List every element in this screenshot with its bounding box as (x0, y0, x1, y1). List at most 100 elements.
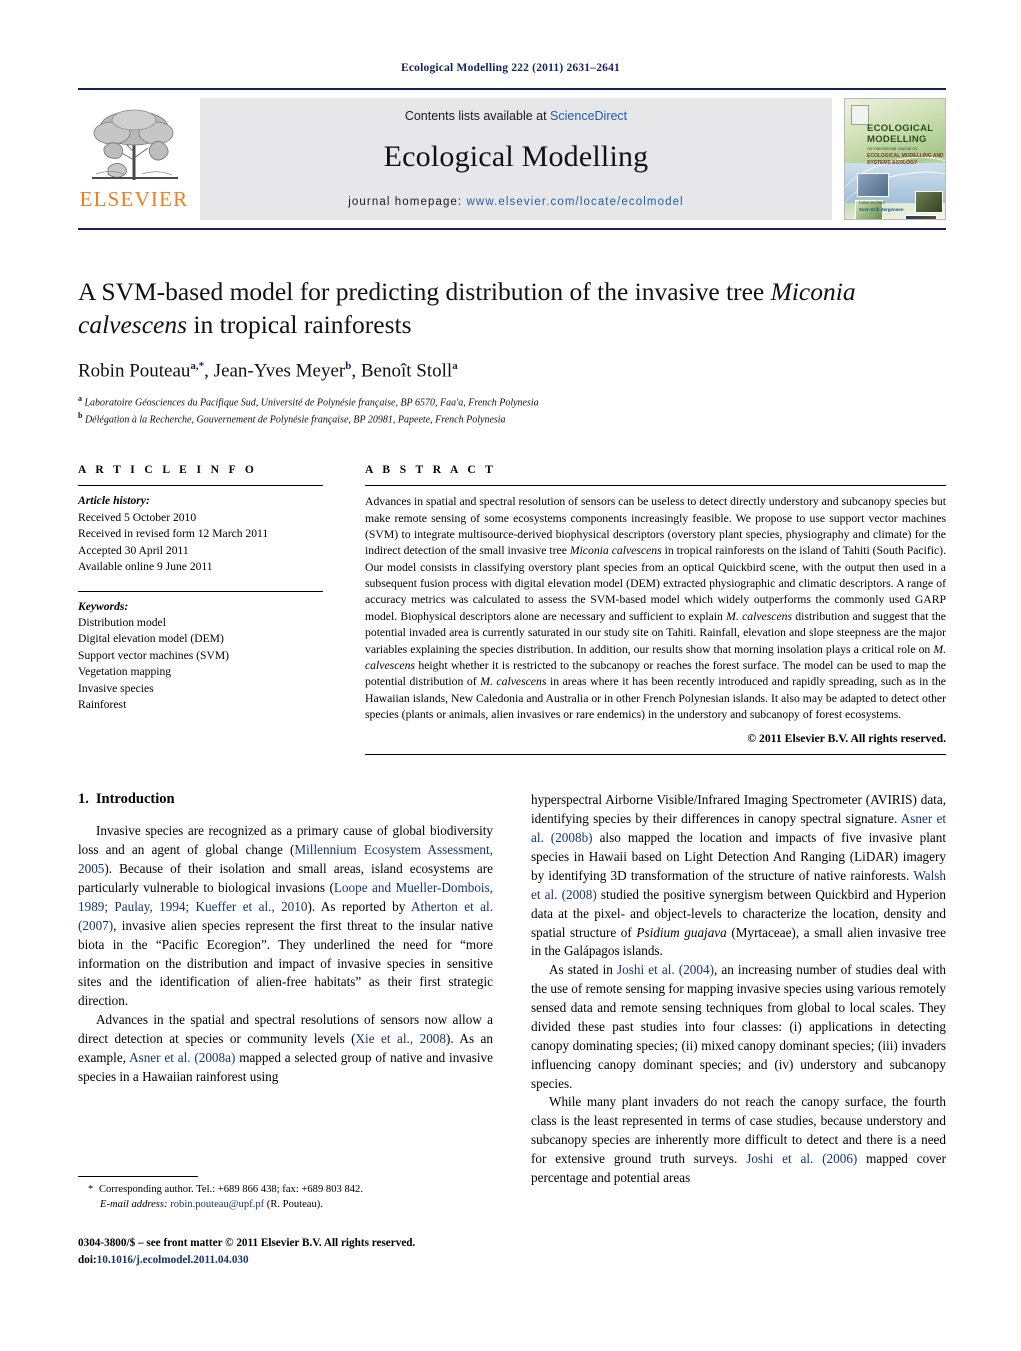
history-item: Accepted 30 April 2011 (78, 543, 189, 557)
keyword-item: Invasive species (78, 681, 154, 695)
cover-editor-label: Editor-in-Chief (859, 200, 885, 205)
cover-editor-name: Sven Erik Jørgensen (859, 207, 904, 212)
article-info-column: A R T I C L E I N F O Article history: R… (78, 464, 323, 755)
history-item: Received 5 October 2010 (78, 510, 197, 524)
abstract-heading: A B S T R A C T (365, 464, 497, 477)
cover-scope-text: ECOLOGICAL MODELLING AND SYSTEMS ECOLOGY (867, 153, 944, 166)
title-species: calvescens (78, 309, 188, 339)
footnote-block: * Corresponding author. Tel.: +689 866 4… (78, 1176, 508, 1268)
body-column-left: 1. Introduction Invasive species are reco… (78, 791, 493, 1187)
cover-thumb-1 (857, 173, 889, 197)
keyword-item: Rainforest (78, 698, 127, 712)
history-item: Received in revised form 12 March 2011 (78, 527, 269, 541)
author-affil-marker: a,* (190, 360, 205, 373)
abstract-column: A B S T R A C T Advances in spatial and … (365, 464, 946, 756)
journal-cover-thumbnail: ECOLOGICAL MODELLING An International Jo… (844, 98, 946, 220)
footnote-rule (78, 1176, 198, 1177)
title-text-a: A SVM-based model for predicting distrib… (78, 277, 771, 306)
author-name: Benoît Stoll (360, 360, 453, 382)
paragraph: While many plant invaders do not reach t… (531, 1093, 946, 1187)
email-label: E-mail address: (100, 1199, 168, 1211)
citation-link[interactable]: Asner et al. (2008a) (129, 1050, 235, 1065)
corresponding-author-text: Corresponding author. Tel.: +689 866 438… (96, 1184, 364, 1195)
journal-title: Ecological Modelling (383, 140, 649, 173)
footnote-star: * (88, 1184, 94, 1195)
elsevier-tree-icon (92, 109, 178, 180)
para-seg: also mapped the location and impacts of … (531, 830, 946, 883)
journal-homepage-line: journal homepage: www.elsevier.com/locat… (348, 196, 683, 208)
body-columns: 1. Introduction Invasive species are reco… (78, 791, 946, 1187)
journal-band: Contents lists available at ScienceDirec… (200, 98, 832, 220)
issn-block: 0304-3800/$ – see front matter © 2011 El… (78, 1235, 508, 1269)
abstract-rule (365, 485, 946, 487)
section-heading-introduction: 1. Introduction (78, 791, 493, 808)
affiliation-marker: b (78, 411, 83, 421)
page-title: A SVM-based model for predicting distrib… (78, 276, 946, 341)
contents-prefix: Contents lists available at (404, 109, 551, 123)
affiliation-text: Laboratoire Géosciences du Pacifique Sud… (84, 396, 539, 408)
paragraph: Advances in the spatial and spectral res… (78, 1011, 493, 1087)
title-block: A SVM-based model for predicting distrib… (78, 276, 946, 428)
citation-link[interactable]: Xie et al., 2008 (356, 1031, 446, 1046)
abstract-species: M. calvescens (726, 609, 793, 623)
keywords-label: Keywords: (78, 599, 129, 613)
affiliation-item: b Délégation à la Recherche, Gouvernemen… (78, 410, 946, 428)
homepage-url-link[interactable]: www.elsevier.com/locate/ecolmodel (467, 196, 684, 208)
citation-link[interactable]: Joshi et al. (2006) (746, 1151, 857, 1166)
abstract-bottom-rule (365, 754, 946, 756)
doi-link[interactable]: 10.1016/j.ecolmodel.2011.04.030 (97, 1254, 249, 1266)
running-head: Ecological Modelling 222 (2011) 2631–264… (400, 62, 621, 74)
cover-title-line-2: MODELLING (867, 134, 927, 145)
elsevier-wordmark: ELSEVIER (79, 187, 189, 211)
title-genus: Miconia (770, 277, 856, 306)
section-title: Introduction (95, 791, 175, 808)
elsevier-logo: ELSEVIER (78, 98, 190, 220)
cover-thumb-2 (915, 191, 943, 213)
article-info-heading: A R T I C L E I N F O (78, 464, 258, 477)
article-info-rule (78, 485, 323, 487)
para-seg: As stated in (549, 962, 618, 978)
author-affil-marker: b (345, 360, 352, 373)
affiliation-list: a Laboratoire Géosciences du Pacifique S… (78, 393, 946, 429)
contents-line: Contents lists available at ScienceDirec… (405, 109, 627, 123)
keyword-item: Support vector machines (SVM) (78, 648, 230, 662)
cover-thumb-4 (905, 215, 937, 219)
abstract-species: M. calvescens (480, 675, 547, 689)
para-seg: , an increasing number of studies deal w… (531, 962, 946, 1091)
title-text-b: in tropical rainforests (187, 309, 412, 339)
paragraph: Invasive species are recognized as a pri… (78, 822, 493, 1011)
abstract-text: Advances in spatial and spectral resolut… (365, 494, 946, 723)
homepage-prefix: journal homepage: (348, 196, 467, 208)
keyword-item: Vegetation mapping (78, 665, 172, 679)
author-name: Robin Pouteau (78, 360, 191, 382)
author-name: Jean-Yves Meyer (213, 360, 346, 382)
paper-page: Ecological Modelling 222 (2011) 2631–264… (0, 0, 1021, 1351)
doi-line: doi:10.1016/j.ecolmodel.2011.04.030 (78, 1252, 508, 1269)
author-list: Robin Pouteaua,*, Jean-Yves Meyerb, Beno… (78, 360, 458, 382)
cover-subtitle: An International Journal on (867, 146, 918, 151)
para-seg: ). As reported by (307, 898, 412, 914)
email-link[interactable]: robin.pouteau@upf.pf (170, 1199, 264, 1210)
article-history-label: Article history: (78, 494, 150, 508)
article-history: Article history: Received 5 October 2010… (78, 493, 323, 575)
author-affil-marker: a (452, 360, 458, 373)
para-seg: , invasive alien species represent the f… (78, 917, 493, 1009)
email-suffix: (R. Pouteau). (264, 1199, 323, 1211)
body-column-right: hyperspectral Airborne Visible/Infrared … (531, 791, 946, 1187)
paragraph: As stated in Joshi et al. (2004), an inc… (531, 961, 946, 1093)
affiliation-item: a Laboratoire Géosciences du Pacifique S… (78, 393, 946, 411)
affiliation-text: Délégation à la Recherche, Gouvernement … (84, 414, 506, 426)
keyword-item: Digital elevation model (DEM) (78, 632, 224, 646)
species-name: Psidium guajava (636, 924, 727, 940)
history-item: Available online 9 June 2011 (78, 560, 213, 574)
sciencedirect-link[interactable]: ScienceDirect (550, 109, 627, 123)
corresponding-author-note: * Corresponding author. Tel.: +689 866 4… (78, 1182, 508, 1213)
citation-link[interactable]: Joshi et al. (2004) (617, 962, 714, 977)
issn-line: 0304-3800/$ – see front matter © 2011 El… (78, 1236, 416, 1249)
journal-masthead: ELSEVIER Contents lists available at Sci… (78, 88, 946, 230)
doi-label: doi: (78, 1253, 97, 1266)
info-abstract-block: A R T I C L E I N F O Article history: R… (78, 464, 946, 756)
affiliation-marker: a (78, 393, 82, 403)
paragraph: hyperspectral Airborne Visible/Infrared … (531, 791, 946, 961)
keyword-item: Distribution model (78, 615, 166, 629)
